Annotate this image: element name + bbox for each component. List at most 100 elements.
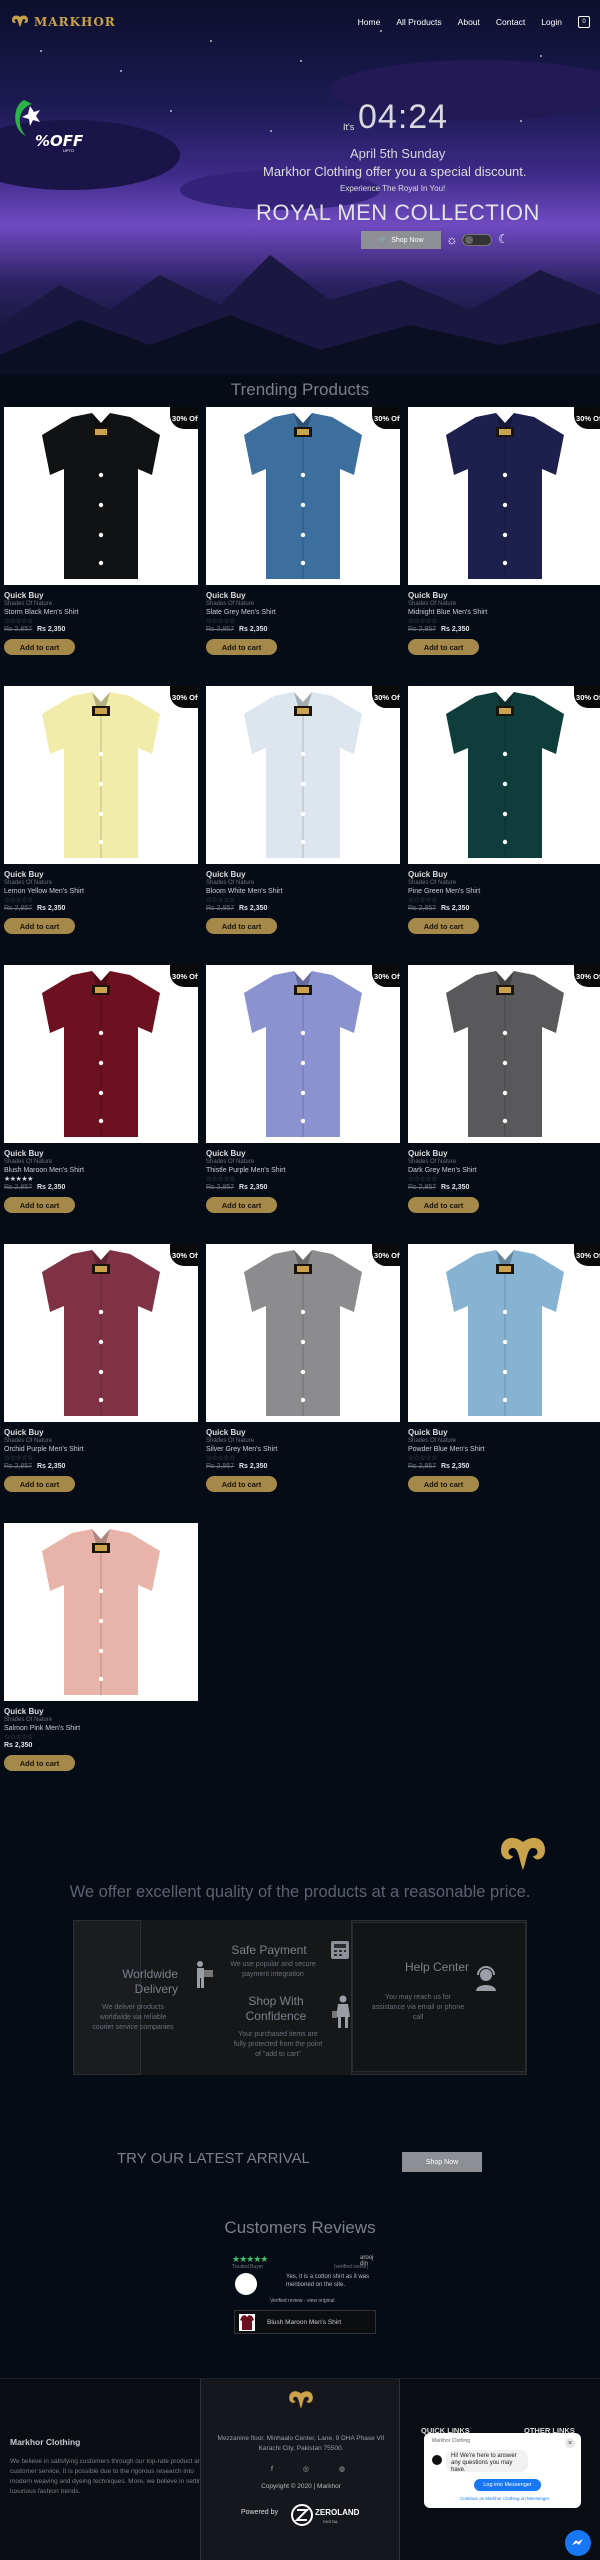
try-shop-now-button[interactable]: Shop Now (402, 2152, 482, 2172)
product-name[interactable]: Midnight Blue Men's Shirt (408, 609, 600, 616)
add-to-cart-button[interactable]: Add to cart (206, 639, 277, 655)
verified-review-link[interactable]: Verified review - view original (270, 2298, 334, 2304)
powered-by: Powered by (241, 2509, 278, 2516)
logo[interactable]: MARKHOR (10, 14, 116, 30)
product-name[interactable]: Silver Grey Men's Shirt (206, 1446, 400, 1453)
messenger-icon[interactable] (565, 2530, 591, 2556)
nav-login[interactable]: Login (541, 17, 562, 27)
discount-badge: 30% Off (574, 407, 600, 429)
quick-buy-link[interactable]: Quick Buy (4, 1149, 198, 1158)
add-to-cart-button[interactable]: Add to cart (4, 1476, 75, 1492)
product-image[interactable]: 30% Off (408, 686, 600, 864)
close-icon[interactable]: × (565, 2438, 575, 2448)
quick-buy-link[interactable]: Quick Buy (4, 1428, 198, 1437)
product-image[interactable]: 30% Off (4, 1244, 198, 1422)
quick-buy-link[interactable]: Quick Buy (408, 870, 600, 879)
product-brand[interactable]: Shades Of Nature (408, 1159, 600, 1165)
cart-icon[interactable]: 0 (578, 16, 590, 28)
product-grid: 30% Off Quick Buy Shades Of Nature Storm… (0, 407, 600, 1802)
quick-buy-link[interactable]: Quick Buy (206, 1428, 400, 1437)
product-card[interactable]: 30% Off Quick Buy Shades Of Nature Slate… (206, 407, 400, 686)
product-brand[interactable]: Shades Of Nature (4, 601, 198, 607)
product-image[interactable]: 30% Off (4, 965, 198, 1143)
quick-buy-link[interactable]: Quick Buy (4, 591, 198, 600)
product-image[interactable]: 30% Off (206, 407, 400, 585)
reviewed-product[interactable]: Blush Maroon Men's Shirt (234, 2310, 376, 2334)
product-card[interactable]: 30% Off Quick Buy Shades Of Nature Lemon… (4, 686, 198, 965)
add-to-cart-button[interactable]: Add to cart (4, 639, 75, 655)
product-card[interactable]: 30% Off Quick Buy Shades Of Nature Dark … (408, 965, 600, 1244)
add-to-cart-button[interactable]: Add to cart (4, 1755, 75, 1771)
product-brand[interactable]: Shades Of Nature (408, 880, 600, 886)
product-name[interactable]: Salmon Pink Men's Shirt (4, 1725, 198, 1732)
dark-mode-toggle[interactable] (462, 234, 492, 246)
product-name[interactable]: Blush Maroon Men's Shirt (4, 1167, 198, 1174)
product-name[interactable]: Bloom White Men's Shirt (206, 888, 400, 895)
product-card[interactable]: 30% Off Quick Buy Shades Of Nature Storm… (4, 407, 198, 686)
product-card[interactable]: 30% Off Quick Buy Shades Of Nature Pine … (408, 686, 600, 965)
product-image[interactable]: 30% Off (408, 965, 600, 1143)
product-card[interactable]: 30% Off Quick Buy Shades Of Nature Blush… (4, 965, 198, 1244)
product-brand[interactable]: Shades Of Nature (4, 880, 198, 886)
quick-buy-link[interactable]: Quick Buy (206, 870, 400, 879)
quick-buy-link[interactable]: Quick Buy (206, 591, 400, 600)
quick-buy-link[interactable]: Quick Buy (408, 1428, 600, 1437)
nav-contact[interactable]: Contact (496, 17, 525, 27)
continue-as-link[interactable]: Continue as Markhor Clothing on Messenge… (460, 2496, 549, 2501)
product-image[interactable]: 30% Off (408, 1244, 600, 1422)
quick-buy-link[interactable]: Quick Buy (4, 870, 198, 879)
product-brand[interactable]: Shades Of Nature (206, 601, 400, 607)
quick-buy-link[interactable]: Quick Buy (408, 1149, 600, 1158)
add-to-cart-button[interactable]: Add to cart (408, 639, 479, 655)
messenger-login-button[interactable]: Log into Messenger (474, 2479, 541, 2491)
product-card[interactable]: 30% Off Quick Buy Shades Of Nature Midni… (408, 407, 600, 686)
zeroland-logo[interactable]: ZEROLAND DIGITAL (291, 2501, 361, 2529)
product-card[interactable]: 30% Off Quick Buy Shades Of Nature Powde… (408, 1244, 600, 1523)
add-to-cart-button[interactable]: Add to cart (4, 918, 75, 934)
product-name[interactable]: Dark Grey Men's Shirt (408, 1167, 600, 1174)
product-card[interactable]: 30% Off Quick Buy Shades Of Nature Orchi… (4, 1244, 198, 1523)
product-image[interactable]: 30% Off (4, 686, 198, 864)
add-to-cart-button[interactable]: Add to cart (206, 1197, 277, 1213)
product-card[interactable]: 30% Off Quick Buy Shades Of Nature Thist… (206, 965, 400, 1244)
product-name[interactable]: Lemon Yellow Men's Shirt (4, 888, 198, 895)
add-to-cart-button[interactable]: Add to cart (4, 1197, 75, 1213)
social-icons[interactable]: f ◎ ◍ (271, 2465, 359, 2473)
product-name[interactable]: Thistle Purple Men's Shirt (206, 1167, 400, 1174)
product-image[interactable]: 30% Off (408, 407, 600, 585)
product-image[interactable]: 30% Off (206, 1244, 400, 1422)
product-brand[interactable]: Shades Of Nature (206, 1438, 400, 1444)
product-price: Rs 2,857 Rs 2,350 (4, 1184, 198, 1191)
product-image[interactable]: 30% Off (206, 965, 400, 1143)
product-name[interactable]: Storm Black Men's Shirt (4, 609, 198, 616)
product-image[interactable]: 30% Off (206, 686, 400, 864)
add-to-cart-button[interactable]: Add to cart (408, 1197, 479, 1213)
shop-now-button[interactable]: 🛒 Shop Now (361, 231, 441, 249)
product-brand[interactable]: Shades Of Nature (4, 1159, 198, 1165)
quick-buy-link[interactable]: Quick Buy (206, 1149, 400, 1158)
product-card[interactable]: 30% Off Quick Buy Shades Of Nature Bloom… (206, 686, 400, 965)
product-image[interactable] (4, 1523, 198, 1701)
nav-home[interactable]: Home (358, 17, 381, 27)
product-brand[interactable]: Shades Of Nature (4, 1717, 198, 1723)
nav-all-products[interactable]: All Products (396, 17, 441, 27)
add-to-cart-button[interactable]: Add to cart (206, 1476, 277, 1492)
nav-about[interactable]: About (458, 17, 480, 27)
product-brand[interactable]: Shades Of Nature (408, 1438, 600, 1444)
product-name[interactable]: Slate Grey Men's Shirt (206, 609, 400, 616)
product-name[interactable]: Pine Green Men's Shirt (408, 888, 600, 895)
add-to-cart-button[interactable]: Add to cart (408, 918, 479, 934)
product-card[interactable]: 30% Off Quick Buy Shades Of Nature Silve… (206, 1244, 400, 1523)
product-brand[interactable]: Shades Of Nature (206, 1159, 400, 1165)
quick-buy-link[interactable]: Quick Buy (408, 591, 600, 600)
add-to-cart-button[interactable]: Add to cart (408, 1476, 479, 1492)
product-brand[interactable]: Shades Of Nature (4, 1438, 198, 1444)
product-card[interactable]: Quick Buy Shades Of Nature Salmon Pink M… (4, 1523, 198, 1802)
product-image[interactable]: 30% Off (4, 407, 198, 585)
quick-buy-link[interactable]: Quick Buy (4, 1707, 198, 1716)
product-brand[interactable]: Shades Of Nature (206, 880, 400, 886)
product-name[interactable]: Powder Blue Men's Shirt (408, 1446, 600, 1453)
product-name[interactable]: Orchid Purple Men's Shirt (4, 1446, 198, 1453)
add-to-cart-button[interactable]: Add to cart (206, 918, 277, 934)
product-brand[interactable]: Shades Of Nature (408, 601, 600, 607)
